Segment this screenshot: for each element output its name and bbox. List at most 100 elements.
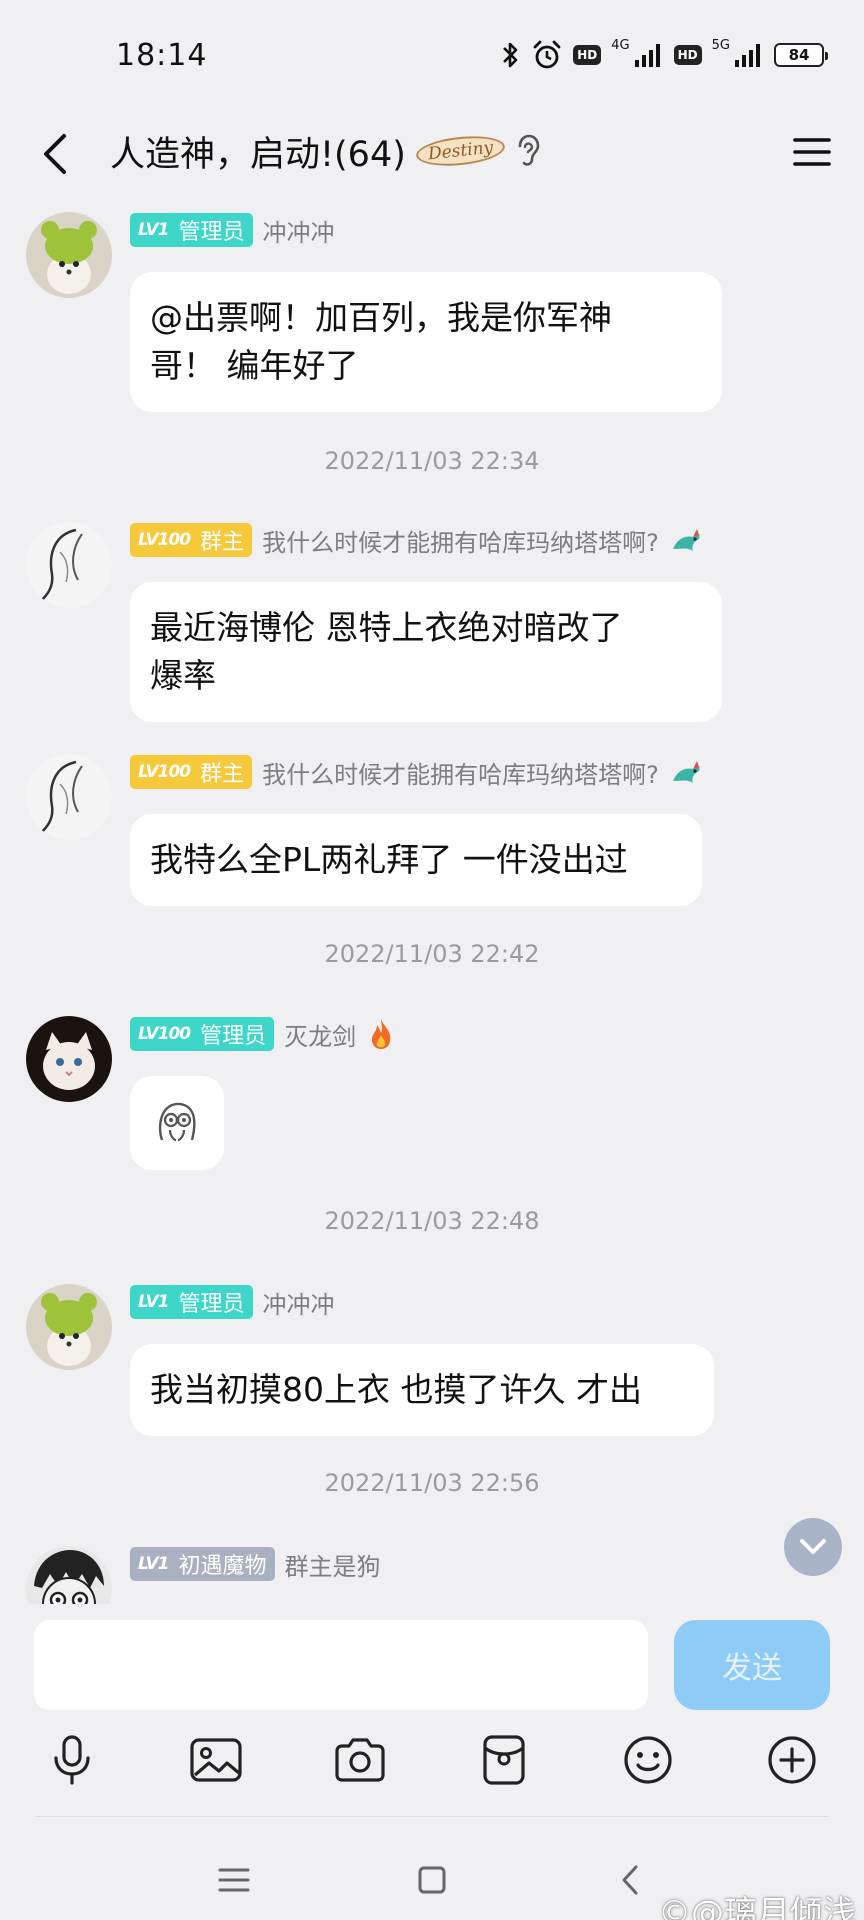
hd-badge-2: HD [673, 45, 702, 65]
bluetooth-icon [503, 42, 518, 68]
voice-button[interactable] [38, 1726, 106, 1794]
timestamp: 2022/11/03 22:48 [324, 1207, 540, 1235]
avatar[interactable] [26, 1546, 112, 1604]
message-line: 哥！ 编年好了 [150, 346, 359, 385]
level-badge: LV1 管理员 [130, 213, 253, 247]
status-time: 18:14 [116, 38, 208, 73]
menu-icon [793, 138, 831, 166]
nav-menu-button[interactable] [204, 1850, 264, 1910]
level-badge: LV1 初遇魔物 [130, 1547, 275, 1581]
emoji-button[interactable] [614, 1726, 682, 1794]
message-bubble[interactable]: 最近海博伦 恩特上衣绝对暗改了 爆率 [130, 582, 722, 722]
level-text: LV100 [138, 762, 191, 782]
status-bar: 18:14 HD 4G HD 5G 84 [0, 0, 864, 110]
more-button[interactable] [758, 1726, 826, 1794]
input-toolbar [0, 1726, 864, 1794]
avatar[interactable] [26, 1284, 112, 1370]
message-meta: LV1 管理员 冲冲冲 [130, 1284, 335, 1320]
message-meta: LV1 初遇魔物 群主是狗 [130, 1546, 381, 1582]
chat-header: 人造神，启动!(64) Destiny [0, 110, 864, 202]
level-badge: LV1 管理员 [130, 1285, 253, 1319]
ear-icon [518, 134, 540, 166]
message-line: 最近海博伦 恩特上衣绝对暗改了 [150, 608, 623, 647]
microphone-icon [54, 1735, 90, 1785]
message-meta: LV100 群主 我什么时候才能拥有哈库玛纳塔塔啊? [130, 522, 703, 558]
role-text: 管理员 [200, 1024, 267, 1049]
chat-messages[interactable]: LV1 管理员 冲冲冲 @出票啊！加百列，我是你军神 哥！ 编年好了 2022/… [0, 202, 864, 1604]
destiny-badge: Destiny [414, 132, 507, 170]
green-hat-dog-avatar [26, 1284, 112, 1370]
image-icon [190, 1738, 242, 1782]
avatar[interactable] [26, 522, 112, 608]
camera-button[interactable] [326, 1726, 394, 1794]
message-line: 爆率 [150, 656, 216, 695]
message-line: 我特么全PL两礼拜了 一件没出过 [150, 840, 628, 879]
signal-icon-1 [634, 44, 660, 67]
nickname[interactable]: 灭龙剑 [284, 1017, 356, 1052]
battery-indicator: 84 [774, 43, 828, 67]
send-button[interactable]: 发送 [674, 1620, 830, 1710]
avatar[interactable] [26, 1016, 112, 1102]
nav-back-button[interactable] [600, 1850, 660, 1910]
alarm-icon [533, 40, 561, 69]
nickname[interactable]: 我什么时候才能拥有哈库玛纳塔塔啊? [262, 755, 659, 790]
message-bubble[interactable]: 我特么全PL两礼拜了 一件没出过 [130, 814, 702, 906]
nav-home-button[interactable] [402, 1850, 462, 1910]
message-bubble[interactable]: @出票啊！加百列，我是你军神 哥！ 编年好了 [130, 272, 722, 412]
role-text: 群主 [200, 530, 245, 555]
group-title: 人造神，启动!(64) [110, 134, 406, 175]
level-badge: LV100 群主 [130, 523, 253, 557]
input-area: 发送 [0, 1604, 864, 1714]
network-label-2: 5G [711, 37, 730, 53]
role-text: 管理员 [178, 1292, 245, 1317]
fire-icon [372, 1019, 391, 1049]
message-meta: LV100 群主 我什么时候才能拥有哈库玛纳塔塔啊? [130, 754, 703, 790]
white-cat-avatar [26, 1016, 112, 1102]
group-title-area[interactable]: 人造神，启动!(64) Destiny [110, 118, 541, 184]
level-badge: LV100 管理员 [130, 1017, 275, 1051]
level-badge: LV100 群主 [130, 755, 253, 789]
level-text: LV1 [138, 1292, 170, 1312]
level-text: LV100 [138, 1024, 191, 1044]
avatar[interactable] [26, 754, 112, 840]
red-packet-button[interactable] [470, 1726, 538, 1794]
message-line: @出票啊！加百列，我是你军神 [150, 298, 612, 337]
avatar[interactable] [26, 212, 112, 298]
scroll-to-bottom-button[interactable] [784, 1518, 842, 1576]
plus-icon [768, 1736, 816, 1784]
gallery-button[interactable] [182, 1726, 250, 1794]
camera-icon [335, 1738, 385, 1782]
green-hat-dog-avatar [26, 212, 112, 298]
timestamp: 2022/11/03 22:42 [324, 940, 540, 968]
menu-button[interactable] [780, 120, 844, 184]
watermark: ©@璃月倾浅 [658, 1893, 856, 1920]
recent-apps-icon [218, 1868, 250, 1892]
network-label-1: 4G [611, 37, 630, 53]
message-line: 我当初摸80上衣 也摸了许久 才出 [150, 1370, 642, 1409]
divider [36, 1816, 828, 1817]
message-meta: LV1 管理员 冲冲冲 [130, 212, 335, 248]
back-button[interactable] [24, 122, 86, 186]
nav-back-icon [622, 1865, 638, 1895]
emoji-icon [624, 1736, 672, 1784]
sketch-girl-avatar [26, 522, 112, 608]
nickname[interactable]: 群主是狗 [285, 1547, 381, 1582]
red-packet-icon [483, 1735, 525, 1785]
status-icons: HD 4G HD 5G 84 [499, 37, 828, 72]
message-bubble[interactable]: 我当初摸80上衣 也摸了许久 才出 [130, 1344, 714, 1436]
signal-icon-2 [735, 44, 760, 67]
chevron-down-icon [800, 1539, 826, 1554]
sticker-bubble[interactable] [130, 1076, 224, 1170]
timestamp: 2022/11/03 22:56 [324, 1469, 540, 1497]
message-input[interactable] [34, 1620, 648, 1710]
nickname[interactable]: 冲冲冲 [263, 1285, 335, 1320]
level-text: LV1 [138, 220, 170, 240]
level-text: LV100 [138, 530, 191, 550]
nickname[interactable]: 我什么时候才能拥有哈库玛纳塔塔啊? [262, 523, 659, 558]
nickname[interactable]: 冲冲冲 [263, 213, 335, 248]
role-text: 群主 [200, 762, 245, 787]
hd-badge-1: HD [573, 45, 602, 65]
role-text: 管理员 [178, 220, 245, 245]
back-arrow-icon [44, 134, 66, 174]
role-text: 初遇魔物 [178, 1554, 267, 1579]
